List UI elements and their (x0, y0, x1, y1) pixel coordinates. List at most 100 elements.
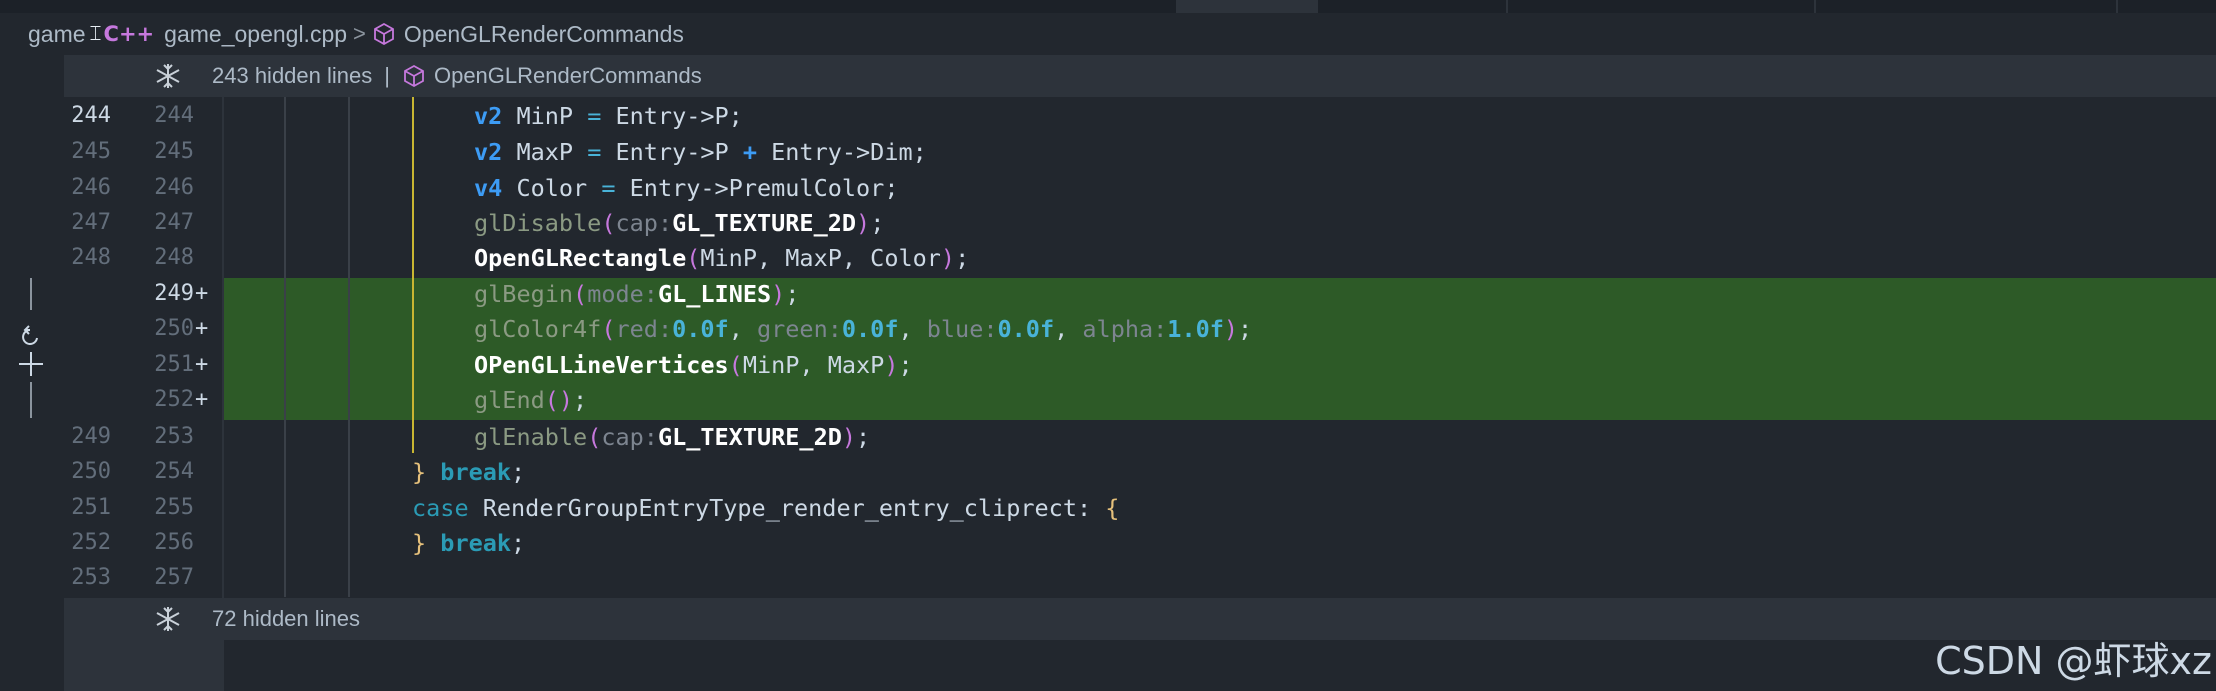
paren: ( (686, 244, 701, 272)
paren: ) (884, 351, 899, 379)
paren: () (544, 386, 574, 414)
constant: GL_TEXTURE_2D (657, 423, 842, 451)
punctuation: ; (898, 351, 913, 379)
stage-hunk-icon[interactable] (19, 352, 43, 376)
line-number-new: 257 (154, 565, 194, 590)
tab-segment[interactable] (1176, 0, 1318, 13)
line-number-new: 246 (154, 175, 194, 200)
breadcrumb-symbol[interactable]: OpenGLRenderCommands (404, 21, 684, 48)
tab-divider (1506, 0, 1508, 13)
identifier: Entry->P; (601, 102, 743, 130)
gutter-bottom (64, 640, 224, 691)
paren: ) (771, 280, 786, 308)
line-number-old: 244 (71, 103, 111, 128)
number-literal: 1.0f (1167, 315, 1224, 343)
code-line-added[interactable]: glEnd(); (474, 382, 587, 418)
line-number-old: 247 (71, 210, 111, 235)
code-line-added[interactable]: glBegin(mode:GL_LINES); (474, 276, 799, 312)
arguments: MinP, MaxP (742, 351, 885, 379)
code-line-added[interactable]: glColor4f(red:0.0f, green:0.0f, blue:0.0… (474, 311, 1252, 347)
code-line[interactable]: glDisable(cap:GL_TEXTURE_2D); (474, 205, 884, 241)
function-call: glColor4f (474, 315, 602, 343)
punctuation: ; (785, 280, 800, 308)
hidden-lines-label: 72 hidden lines (212, 606, 361, 631)
inlay-hint: green: (756, 315, 842, 343)
breadcrumb-folder[interactable]: game (28, 21, 86, 48)
identifier: Color (502, 174, 602, 202)
added-line-marker: + (195, 352, 209, 377)
line-number-new: 247 (154, 210, 194, 235)
code-line[interactable]: v2 MinP = Entry->P; (474, 98, 743, 134)
code-line[interactable]: glEnable(cap:GL_TEXTURE_2D); (474, 419, 870, 455)
function-call: glEnd (474, 386, 545, 414)
line-number-old: 251 (71, 495, 111, 520)
operator: = (587, 102, 602, 130)
added-line-marker: + (195, 387, 209, 412)
line-number-new: 253 (154, 424, 194, 449)
code-line[interactable]: OpenGLRectangle(MinP, MaxP, Color); (474, 240, 969, 276)
keyword: case (412, 494, 469, 522)
inlay-hint: cap: (601, 423, 658, 451)
identifier: Entry->PremulColor; (615, 174, 899, 202)
function-call: OpenGLRectangle (474, 244, 687, 272)
line-number-old: 249 (71, 424, 111, 449)
punctuation: ; (511, 458, 526, 486)
chevron-right-icon: > (353, 21, 366, 46)
brace: { (1105, 494, 1120, 522)
line-number-old: 252 (71, 530, 111, 555)
line-number-new: 249 (154, 281, 194, 306)
paren: ) (856, 209, 871, 237)
constant: GL_TEXTURE_2D (672, 209, 857, 237)
inlay-hint: mode: (587, 280, 658, 308)
keyword: break (426, 458, 512, 486)
paren: ( (587, 423, 602, 451)
indent-guide (284, 97, 286, 597)
breadcrumb-file[interactable]: game_opengl.cpp (164, 21, 347, 48)
function-call: glBegin (474, 280, 574, 308)
operator: = (601, 174, 616, 202)
line-number-new: 248 (154, 245, 194, 270)
cpp-file-icon: C++ (103, 22, 155, 46)
arguments: MinP, MaxP, Color (700, 244, 941, 272)
number-literal: 0.0f (997, 315, 1055, 343)
watermark: CSDN @虾球xz (1935, 639, 2212, 683)
unfold-icon[interactable] (152, 60, 184, 92)
code-line[interactable]: v2 MaxP = Entry->P + Entry->Dim; (474, 134, 927, 170)
punctuation: , (1054, 315, 1083, 343)
identifier: MinP (502, 102, 588, 130)
code-line[interactable]: } break; (412, 454, 525, 490)
punctuation: ; (856, 423, 871, 451)
paren: ) (940, 244, 956, 272)
punctuation: , (728, 315, 757, 343)
brace: } (412, 458, 427, 486)
punctuation: ; (955, 244, 970, 272)
unfold-icon[interactable] (152, 603, 184, 635)
line-number-old: 253 (71, 565, 111, 590)
punctuation: ; (511, 529, 526, 557)
paren: ( (728, 351, 743, 379)
type-keyword: v2 (474, 138, 503, 166)
revert-hunk-icon[interactable] (22, 325, 38, 345)
paren: ) (1223, 315, 1239, 343)
punctuation: ; (1238, 315, 1253, 343)
line-number-old: 250 (71, 459, 111, 484)
symbol-class-icon (373, 22, 394, 46)
tab-divider (1814, 0, 1816, 13)
folded-region-bottom[interactable]: 72 hidden lines (64, 598, 2216, 640)
line-number-new: 245 (154, 139, 194, 164)
hidden-lines-label: 243 hidden lines (212, 63, 373, 88)
folded-region-top[interactable]: 243 hidden lines | OpenGLRenderCommands (64, 55, 2216, 97)
function-call: glDisable (474, 209, 602, 237)
code-line[interactable]: case RenderGroupEntryType_render_entry_c… (412, 490, 1119, 526)
paren: ) (841, 423, 857, 451)
inlay-hint: red: (615, 315, 673, 343)
line-number-old: 245 (71, 139, 111, 164)
keyword: break (426, 529, 512, 557)
paren: ( (601, 315, 616, 343)
code-line[interactable]: } break; (412, 525, 525, 561)
code-line[interactable]: v4 Color = Entry->PremulColor; (474, 170, 898, 206)
line-number-new: 255 (154, 495, 194, 520)
code-line-added[interactable]: OPenGLLineVertices(MinP, MaxP); (474, 347, 913, 383)
number-literal: 0.0f (841, 315, 899, 343)
identifier: Entry->P (601, 138, 743, 166)
